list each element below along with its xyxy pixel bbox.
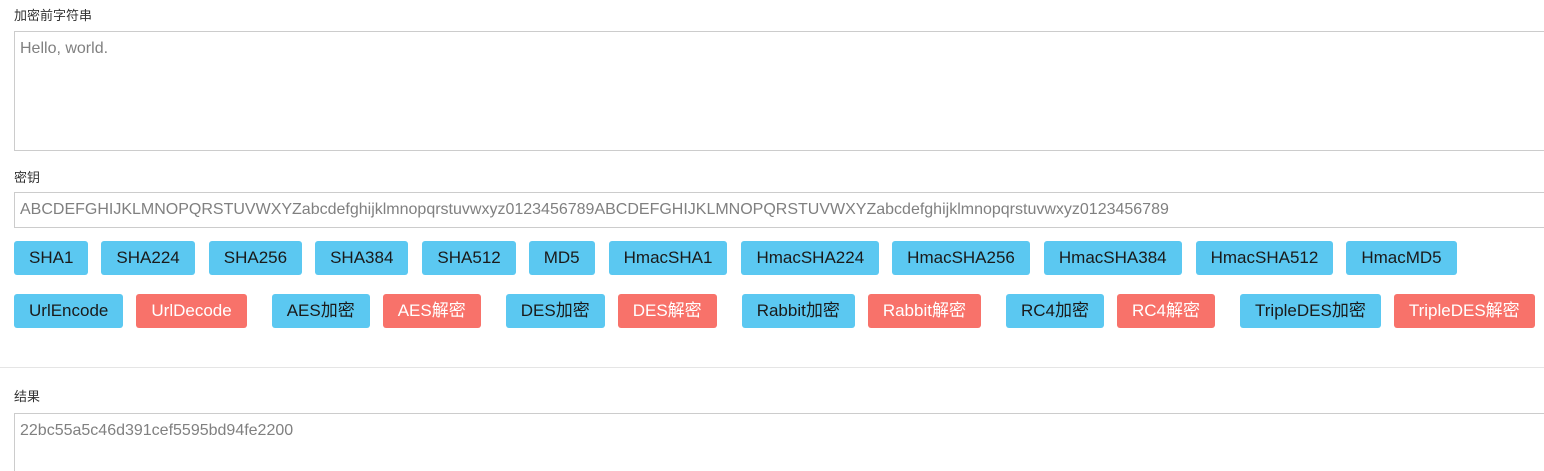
rabbit-encrypt-button[interactable]: Rabbit加密: [741, 294, 855, 328]
result-label: 结果: [14, 389, 41, 404]
sha512-button[interactable]: SHA512: [422, 241, 516, 275]
crypto-tool-page: 加密前字符串 Hello, world. 密钥 SHA1 SHA224 SHA256…: [0, 0, 1544, 471]
cipher-button-row: UrlEncode UrlDecode AES加密 AES解密 DES加密 DES解密 Ra…: [14, 294, 1535, 328]
sha384-button[interactable]: SHA384: [315, 241, 409, 275]
aes-decrypt-button[interactable]: AES解密: [382, 294, 481, 328]
rabbit-decrypt-button[interactable]: Rabbit解密: [867, 294, 981, 328]
plaintext-input[interactable]: Hello, world.: [14, 31, 1544, 151]
sha224-button[interactable]: SHA224: [101, 241, 195, 275]
des-encrypt-button[interactable]: DES加密: [505, 294, 605, 328]
hmacmd5-button[interactable]: HmacMD5: [1346, 241, 1457, 275]
key-label: 密钥: [14, 170, 41, 185]
hmacsha1-button[interactable]: HmacSHA1: [608, 241, 728, 275]
section-divider: [0, 367, 1544, 368]
rc4-decrypt-button[interactable]: RC4解密: [1116, 294, 1215, 328]
aes-encrypt-button[interactable]: AES加密: [271, 294, 370, 328]
hash-button-row: SHA1 SHA224 SHA256 SHA384 SHA512 MD5 HmacSHA1 H…: [14, 241, 1457, 275]
urldecode-button[interactable]: UrlDecode: [136, 294, 247, 328]
sha256-button[interactable]: SHA256: [208, 241, 303, 275]
md5-button[interactable]: MD5: [528, 241, 595, 275]
des-decrypt-button[interactable]: DES解密: [617, 294, 717, 328]
tripledes-encrypt-button[interactable]: TripleDES加密: [1240, 294, 1381, 328]
result-output[interactable]: 22bc55a5c46d391cef5595bd94fe2200: [14, 413, 1544, 471]
rc4-encrypt-button[interactable]: RC4加密: [1005, 294, 1104, 328]
key-input[interactable]: [14, 192, 1544, 228]
hmacsha384-button[interactable]: HmacSHA384: [1043, 241, 1182, 275]
urlencode-button[interactable]: UrlEncode: [14, 294, 124, 328]
hmacsha224-button[interactable]: HmacSHA224: [741, 241, 880, 275]
plaintext-label: 加密前字符串: [14, 8, 93, 23]
hmacsha512-button[interactable]: HmacSHA512: [1195, 241, 1334, 275]
sha1-button[interactable]: SHA1: [14, 241, 89, 275]
tripledes-decrypt-button[interactable]: TripleDES解密: [1393, 294, 1535, 328]
hmacsha256-button[interactable]: HmacSHA256: [892, 241, 1030, 275]
